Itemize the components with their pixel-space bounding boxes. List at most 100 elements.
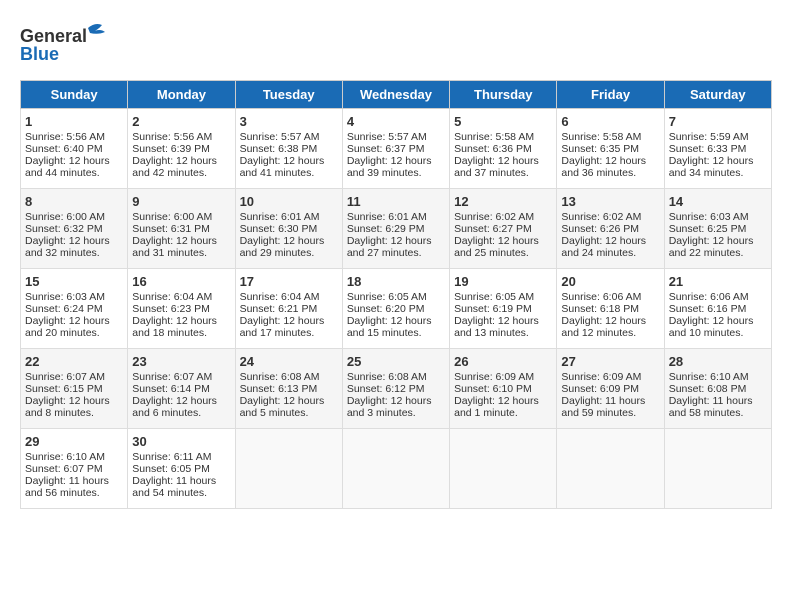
calendar-week-1: 1Sunrise: 5:56 AMSunset: 6:40 PMDaylight… xyxy=(21,109,772,189)
day-number: 8 xyxy=(25,194,123,209)
calendar-cell: 22Sunrise: 6:07 AMSunset: 6:15 PMDayligh… xyxy=(21,349,128,429)
calendar-cell: 16Sunrise: 6:04 AMSunset: 6:23 PMDayligh… xyxy=(128,269,235,349)
calendar-week-5: 29Sunrise: 6:10 AMSunset: 6:07 PMDayligh… xyxy=(21,429,772,509)
col-header-saturday: Saturday xyxy=(664,81,771,109)
svg-text:Blue: Blue xyxy=(20,44,59,64)
sunset: Sunset: 6:18 PM xyxy=(561,303,639,315)
calendar-cell: 24Sunrise: 6:08 AMSunset: 6:13 PMDayligh… xyxy=(235,349,342,429)
sunset: Sunset: 6:25 PM xyxy=(669,223,747,235)
calendar-cell xyxy=(450,429,557,509)
daylight: Daylight: 11 hours and 54 minutes. xyxy=(132,475,216,499)
sunset: Sunset: 6:39 PM xyxy=(132,143,210,155)
calendar-cell: 13Sunrise: 6:02 AMSunset: 6:26 PMDayligh… xyxy=(557,189,664,269)
calendar-cell: 29Sunrise: 6:10 AMSunset: 6:07 PMDayligh… xyxy=(21,429,128,509)
day-number: 24 xyxy=(240,354,338,369)
daylight: Daylight: 12 hours and 13 minutes. xyxy=(454,315,539,339)
sunset: Sunset: 6:36 PM xyxy=(454,143,532,155)
daylight: Daylight: 11 hours and 59 minutes. xyxy=(561,395,645,419)
col-header-friday: Friday xyxy=(557,81,664,109)
day-number: 10 xyxy=(240,194,338,209)
calendar-cell: 21Sunrise: 6:06 AMSunset: 6:16 PMDayligh… xyxy=(664,269,771,349)
calendar-cell: 19 Sunrise: 6:05 AMSunset: 6:19 PMDayligh… xyxy=(450,269,557,349)
col-header-monday: Monday xyxy=(128,81,235,109)
calendar-cell: 11Sunrise: 6:01 AMSunset: 6:29 PMDayligh… xyxy=(342,189,449,269)
day-number: 5 xyxy=(454,114,552,129)
sunrise: Sunrise: 6:08 AM xyxy=(347,371,427,383)
sunset: Sunset: 6:19 PM xyxy=(454,303,532,315)
calendar-cell: 3Sunrise: 5:57 AMSunset: 6:38 PMDaylight… xyxy=(235,109,342,189)
daylight: Daylight: 12 hours and 17 minutes. xyxy=(240,315,325,339)
calendar-week-3: 15Sunrise: 6:03 AMSunset: 6:24 PMDayligh… xyxy=(21,269,772,349)
calendar-cell xyxy=(342,429,449,509)
daylight: Daylight: 11 hours and 58 minutes. xyxy=(669,395,753,419)
day-number: 12 xyxy=(454,194,552,209)
calendar-cell: 4Sunrise: 5:57 AMSunset: 6:37 PMDaylight… xyxy=(342,109,449,189)
col-header-wednesday: Wednesday xyxy=(342,81,449,109)
sunset: Sunset: 6:27 PM xyxy=(454,223,532,235)
day-number: 9 xyxy=(132,194,230,209)
calendar-cell: 28Sunrise: 6:10 AMSunset: 6:08 PMDayligh… xyxy=(664,349,771,429)
day-number: 27 xyxy=(561,354,659,369)
calendar-cell: 17 Sunrise: 6:04 AMSunset: 6:21 PMDayligh… xyxy=(235,269,342,349)
calendar-cell: 15 Sunrise: 6:03 AMSunset: 6:24 PMDayligh… xyxy=(21,269,128,349)
daylight: Daylight: 12 hours and 10 minutes. xyxy=(669,315,754,339)
daylight: Daylight: 12 hours and 34 minutes. xyxy=(669,155,754,179)
sunrise: Sunrise: 6:10 AM xyxy=(669,371,749,383)
daylight: Daylight: 12 hours and 12 minutes. xyxy=(561,315,646,339)
day-number: 18 xyxy=(347,274,445,289)
sunrise: Sunrise: 6:02 AM xyxy=(561,211,641,223)
sunset: Sunset: 6:08 PM xyxy=(669,383,747,395)
daylight: Daylight: 12 hours and 32 minutes. xyxy=(25,235,110,259)
sunset: Sunset: 6:26 PM xyxy=(561,223,639,235)
daylight: Daylight: 12 hours and 20 minutes. xyxy=(25,315,110,339)
sunrise: Sunrise: 6:09 AM xyxy=(454,371,534,383)
day-number: 13 xyxy=(561,194,659,209)
sunrise: Sunrise: 5:56 AM xyxy=(25,131,105,143)
daylight: Daylight: 12 hours and 5 minutes. xyxy=(240,395,325,419)
calendar-cell: 27Sunrise: 6:09 AMSunset: 6:09 PMDayligh… xyxy=(557,349,664,429)
sunset: Sunset: 6:32 PM xyxy=(25,223,103,235)
daylight: Daylight: 12 hours and 36 minutes. xyxy=(561,155,646,179)
day-number: 17 xyxy=(240,274,338,289)
sunrise: Sunrise: 6:00 AM xyxy=(132,211,212,223)
sunset: Sunset: 6:33 PM xyxy=(669,143,747,155)
daylight: Daylight: 12 hours and 41 minutes. xyxy=(240,155,325,179)
calendar-table: SundayMondayTuesdayWednesdayThursdayFrid… xyxy=(20,80,772,509)
day-number: 26 xyxy=(454,354,552,369)
sunrise: Sunrise: 6:05 AM xyxy=(454,291,534,303)
calendar-cell: 5Sunrise: 5:58 AMSunset: 6:36 PMDaylight… xyxy=(450,109,557,189)
sunset: Sunset: 6:10 PM xyxy=(454,383,532,395)
daylight: Daylight: 12 hours and 42 minutes. xyxy=(132,155,217,179)
calendar-cell: 26 Sunrise: 6:09 AMSunset: 6:10 PMDayligh… xyxy=(450,349,557,429)
sunset: Sunset: 6:21 PM xyxy=(240,303,318,315)
daylight: Daylight: 12 hours and 44 minutes. xyxy=(25,155,110,179)
sunrise: Sunrise: 6:04 AM xyxy=(132,291,212,303)
sunset: Sunset: 6:24 PM xyxy=(25,303,103,315)
calendar-cell: 20Sunrise: 6:06 AMSunset: 6:18 PMDayligh… xyxy=(557,269,664,349)
calendar-cell: 30Sunrise: 6:11 AMSunset: 6:05 PMDayligh… xyxy=(128,429,235,509)
calendar-cell: 25Sunrise: 6:08 AMSunset: 6:12 PMDayligh… xyxy=(342,349,449,429)
calendar-week-4: 22Sunrise: 6:07 AMSunset: 6:15 PMDayligh… xyxy=(21,349,772,429)
day-number: 7 xyxy=(669,114,767,129)
day-number: 19 xyxy=(454,274,552,289)
daylight: Daylight: 12 hours and 31 minutes. xyxy=(132,235,217,259)
calendar-cell: 6Sunrise: 5:58 AMSunset: 6:35 PMDaylight… xyxy=(557,109,664,189)
sunrise: Sunrise: 6:04 AM xyxy=(240,291,320,303)
page-header: General Blue xyxy=(20,20,772,70)
calendar-cell xyxy=(664,429,771,509)
sunrise: Sunrise: 6:00 AM xyxy=(25,211,105,223)
calendar-cell: 7Sunrise: 5:59 AMSunset: 6:33 PMDaylight… xyxy=(664,109,771,189)
day-number: 1 xyxy=(25,114,123,129)
calendar-cell: 18Sunrise: 6:05 AMSunset: 6:20 PMDayligh… xyxy=(342,269,449,349)
sunrise: Sunrise: 6:09 AM xyxy=(561,371,641,383)
sunrise: Sunrise: 6:03 AM xyxy=(25,291,105,303)
day-number: 30 xyxy=(132,434,230,449)
sunset: Sunset: 6:12 PM xyxy=(347,383,425,395)
calendar-cell: 10Sunrise: 6:01 AMSunset: 6:30 PMDayligh… xyxy=(235,189,342,269)
day-number: 15 xyxy=(25,274,123,289)
calendar-cell: 23Sunrise: 6:07 AMSunset: 6:14 PMDayligh… xyxy=(128,349,235,429)
daylight: Daylight: 12 hours and 1 minute. xyxy=(454,395,539,419)
daylight: Daylight: 12 hours and 8 minutes. xyxy=(25,395,110,419)
sunset: Sunset: 6:07 PM xyxy=(25,463,103,475)
day-number: 25 xyxy=(347,354,445,369)
